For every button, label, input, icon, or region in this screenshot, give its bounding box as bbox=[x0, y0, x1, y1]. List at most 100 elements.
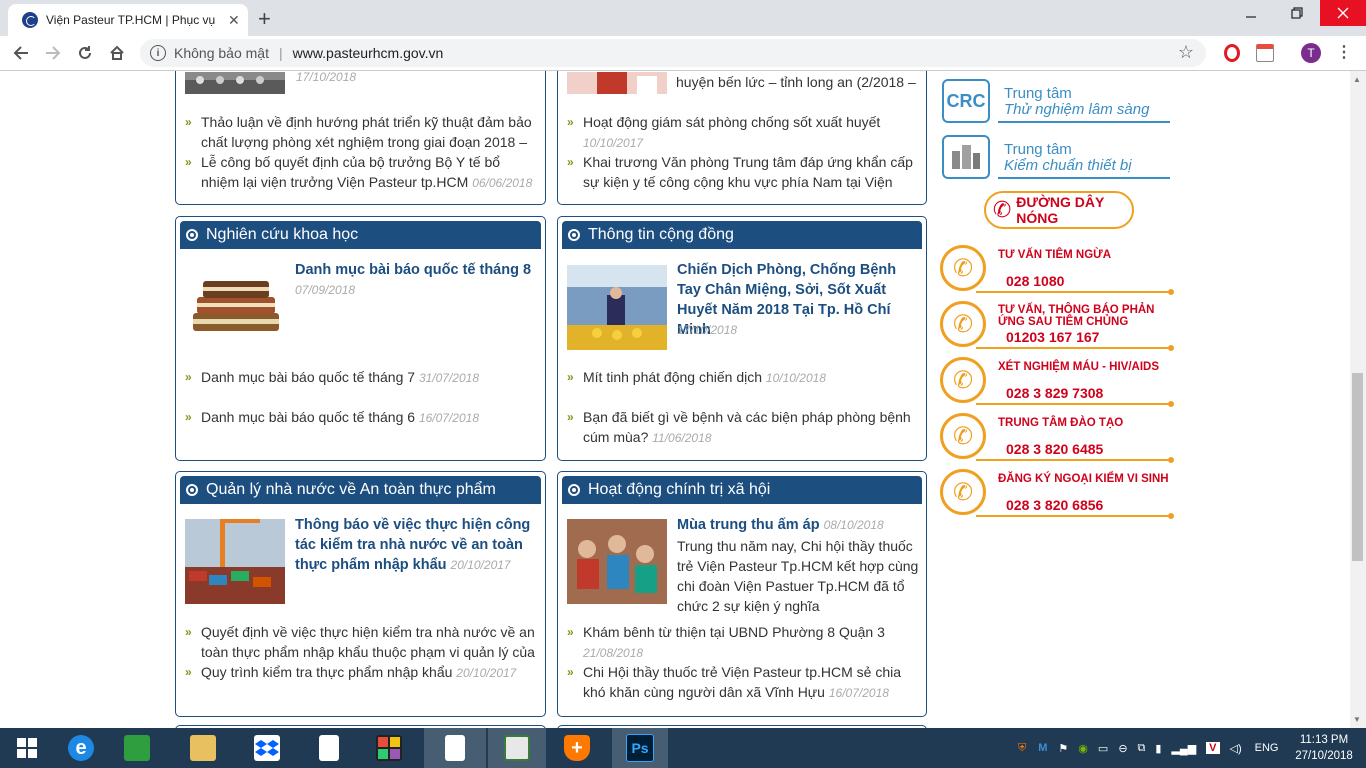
box-heading-text: Nghiên cứu khoa học bbox=[206, 226, 359, 243]
hotline-training[interactable]: ✆ TRUNG TÂM ĐÀO TẠO 028 3 820 6485 bbox=[940, 413, 1174, 463]
bullet-arrow-icon: » bbox=[567, 665, 574, 679]
port-thumbnail[interactable] bbox=[185, 519, 285, 604]
list-item-text: Khám bênh từ thiện tại UBND Phường 8 Quậ… bbox=[583, 624, 885, 640]
profile-avatar[interactable]: T bbox=[1301, 43, 1321, 63]
shield-icon: + bbox=[564, 735, 590, 761]
flag-tray-icon[interactable]: ⚑ bbox=[1058, 742, 1068, 755]
new-tab-button[interactable]: + bbox=[258, 6, 271, 32]
hotline-underline bbox=[976, 457, 1174, 463]
nvidia-tray-icon[interactable]: ◉ bbox=[1078, 742, 1088, 755]
featured-title[interactable]: Danh mục bài báo quốc tế tháng 8 bbox=[295, 260, 535, 280]
language-indicator[interactable]: ENG bbox=[1255, 742, 1279, 754]
hotline-number: 028 1080 bbox=[1006, 273, 1065, 289]
scroll-down-icon[interactable]: ▼ bbox=[1353, 715, 1361, 724]
address-bar[interactable]: i Không bảo mật | www.pasteurhcm.gov.vn … bbox=[140, 39, 1206, 67]
box-heading[interactable]: Nghiên cứu khoa học bbox=[180, 221, 541, 249]
list-item[interactable]: » Danh mục bài báo quốc tế tháng 6 16/07… bbox=[185, 407, 537, 428]
list-item[interactable]: » Hoạt động giám sát phòng chống sốt xuấ… bbox=[567, 112, 919, 153]
avast-tray-icon[interactable]: ⛨ bbox=[1018, 742, 1026, 755]
hotline-vaccination[interactable]: ✆ TƯ VẤN TIÊM NGỪA 028 1080 bbox=[940, 245, 1174, 295]
photo-app-button[interactable] bbox=[362, 728, 416, 768]
list-item[interactable]: » Danh mục bài báo quốc tế tháng 7 31/07… bbox=[185, 367, 537, 388]
clock[interactable]: 11:13 PM 27/10/2018 bbox=[1294, 732, 1354, 764]
list-item[interactable]: » Khám bênh từ thiện tại UBND Phường 8 Q… bbox=[567, 622, 919, 663]
bullet-arrow-icon: » bbox=[185, 155, 192, 169]
browser-menu-icon[interactable]: ⋮ bbox=[1336, 42, 1352, 62]
start-button[interactable] bbox=[0, 728, 54, 768]
window-minimize-button[interactable] bbox=[1228, 0, 1274, 26]
notepad-window-button[interactable] bbox=[424, 728, 486, 768]
bullet-arrow-icon: » bbox=[185, 370, 192, 384]
bookmark-star-icon[interactable]: ☆ bbox=[1178, 42, 1194, 63]
conference-thumbnail[interactable] bbox=[185, 72, 285, 94]
featured-title[interactable]: Thông báo về việc thực hiện công tác kiể… bbox=[295, 515, 540, 575]
bullet-arrow-icon: » bbox=[185, 665, 192, 679]
page-viewport: 17/10/2018 » Thảo luận về định hướng phá… bbox=[0, 71, 1350, 728]
hotline-blood-test[interactable]: ✆ XÉT NGHIỆM MÁU - HIV/AIDS 028 3 829 73… bbox=[940, 357, 1174, 407]
v-tray-icon[interactable]: V bbox=[1206, 742, 1220, 754]
hotline-microbiology[interactable]: ✆ ĐĂNG KÝ NGOẠI KIỂM VI SINH 028 3 820 6… bbox=[940, 469, 1174, 519]
presentation-window-button[interactable] bbox=[488, 728, 546, 768]
mid-autumn-thumbnail[interactable] bbox=[567, 519, 667, 604]
network-tray-icon[interactable]: ▮ bbox=[1155, 742, 1161, 755]
m-tray-icon[interactable]: M bbox=[1038, 742, 1047, 754]
scroll-up-icon[interactable]: ▲ bbox=[1353, 75, 1361, 84]
file-explorer-button[interactable] bbox=[176, 728, 230, 768]
page-scrollbar[interactable]: ▲ ▼ bbox=[1350, 71, 1366, 728]
dropbox-button[interactable] bbox=[240, 728, 294, 768]
phone-handset-icon: ✆ bbox=[940, 357, 986, 403]
circle-bullet-icon bbox=[186, 484, 198, 496]
list-item[interactable]: » Lễ công bố quyết định của bộ trưởng Bộ… bbox=[185, 152, 537, 193]
document-button[interactable] bbox=[302, 728, 356, 768]
list-item[interactable]: » Quy trình kiểm tra thực phẩm nhập khẩu… bbox=[185, 662, 537, 683]
browser-tab-active[interactable]: Viện Pasteur TP.HCM | Phục vụ sức khỏe ✕ bbox=[8, 4, 248, 36]
box-heading[interactable]: Hoạt động chính trị xã hội bbox=[562, 476, 922, 504]
store-button[interactable] bbox=[110, 728, 164, 768]
forward-button[interactable] bbox=[40, 40, 66, 66]
item-date: 20/10/2017 bbox=[456, 666, 517, 680]
calendar-extension-icon[interactable] bbox=[1256, 44, 1274, 62]
bullet-arrow-icon: » bbox=[185, 115, 192, 129]
tab-close-icon[interactable]: ✕ bbox=[228, 12, 240, 29]
featured-title[interactable]: Mùa trung thu ấm áp 08/10/2018 bbox=[677, 515, 922, 535]
photoshop-button[interactable]: Ps bbox=[612, 728, 668, 768]
hotline-number: 01203 167 167 bbox=[1006, 329, 1100, 345]
home-button[interactable] bbox=[104, 40, 130, 66]
opera-extension-icon[interactable] bbox=[1224, 44, 1240, 62]
signal-tray-icon[interactable]: ▂▄▆ bbox=[1171, 742, 1196, 755]
puzzle-app-icon bbox=[376, 735, 402, 761]
crc-banner[interactable]: CRC Trung tâm Thử nghiệm lâm sàng bbox=[942, 79, 1170, 125]
back-button[interactable] bbox=[8, 40, 34, 66]
pasteur-favicon-icon bbox=[22, 12, 38, 28]
internet-explorer-button[interactable]: e bbox=[54, 728, 108, 768]
list-item[interactable]: » Chi Hội thầy thuốc trẻ Viện Pasteur tp… bbox=[567, 662, 919, 703]
hotline-label: XÉT NGHIỆM MÁU - HIV/AIDS bbox=[998, 361, 1160, 373]
hotline-heading-text: ĐƯỜNG DÂY NÓNG bbox=[1016, 194, 1105, 226]
event-thumbnail[interactable] bbox=[567, 72, 667, 94]
list-item[interactable]: » Quyết định về việc thực hiện kiểm tra … bbox=[185, 622, 537, 662]
books-thumbnail[interactable] bbox=[185, 267, 285, 342]
minus-circle-tray-icon[interactable]: ⊖ bbox=[1118, 742, 1127, 755]
scrollbar-thumb[interactable] bbox=[1352, 373, 1363, 561]
window-maximize-button[interactable] bbox=[1274, 0, 1320, 26]
continued-text[interactable]: nhi" tại các trường tiểu học tp. Tân an,… bbox=[662, 71, 924, 92]
volume-tray-icon[interactable]: ◁) bbox=[1230, 742, 1242, 755]
avast-button[interactable]: + bbox=[550, 728, 604, 768]
list-item[interactable]: » Bạn đã biết gì về bệnh và các biện phá… bbox=[567, 407, 919, 448]
list-item-text: Quy trình kiểm tra thực phẩm nhập khẩu bbox=[201, 664, 453, 680]
usb-tray-icon[interactable]: ⧉ bbox=[1138, 742, 1146, 755]
window-close-button[interactable] bbox=[1320, 0, 1366, 26]
list-item[interactable]: » Thảo luận về định hướng phát triển kỹ … bbox=[185, 112, 537, 152]
info-icon[interactable]: i bbox=[150, 45, 166, 61]
battery-tray-icon[interactable]: ▭ bbox=[1098, 742, 1108, 755]
reload-button[interactable] bbox=[72, 40, 98, 66]
presentation-icon bbox=[504, 735, 530, 761]
box-heading[interactable]: Quản lý nhà nước về An toàn thực phẩm bbox=[180, 476, 541, 504]
hotline-adverse-reaction[interactable]: ✆ TƯ VẤN, THÔNG BÁO PHẢN ỨNG SAU TIÊM CH… bbox=[940, 301, 1174, 351]
url-text[interactable]: www.pasteurhcm.gov.vn bbox=[293, 45, 444, 61]
calibration-banner[interactable]: Trung tâm Kiểm chuẩn thiết bị bbox=[942, 135, 1170, 181]
campaign-thumbnail[interactable] bbox=[567, 265, 667, 350]
list-item[interactable]: » Khai trương Văn phòng Trung tâm đáp ứn… bbox=[567, 152, 919, 192]
box-heading[interactable]: Thông tin cộng đồng bbox=[562, 221, 922, 249]
list-item[interactable]: » Mít tinh phát động chiến dịch 10/10/20… bbox=[567, 367, 919, 388]
